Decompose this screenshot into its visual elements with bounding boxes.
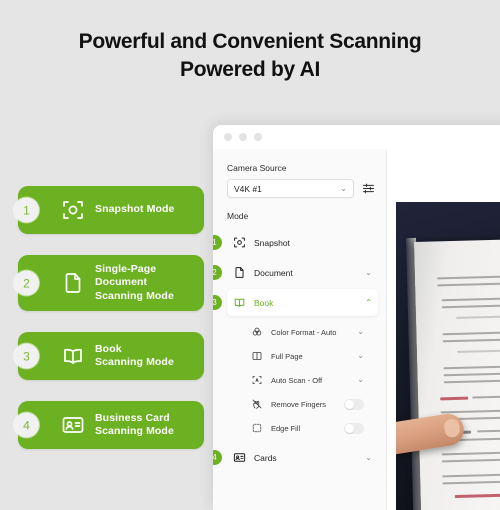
feature-badge-1: 1 [14,197,39,223]
camera-source-select[interactable]: V4K #1 ⌄ [227,179,354,198]
mode-badge-4: 4 [213,450,222,465]
page-title: Powerful and Convenient Scanning Powered… [0,28,500,85]
snapshot-frame-icon [60,197,86,223]
option-label-remove-fingers: Remove Fingers [271,399,327,409]
book-scan-camera-preview [396,202,500,510]
sliders-icon[interactable] [361,181,376,196]
mode-row-cards[interactable]: 4 Cards ⌄ [213,444,378,471]
chevron-down-icon: ⌄ [357,327,364,336]
option-label-full-page: Full Page [271,351,303,361]
mode-badge-2: 2 [213,265,222,280]
feature-snapshot-mode[interactable]: 1 Snapshot Mode [14,186,204,234]
feature-business-card-mode[interactable]: 4 Business Card Scanning Mode [14,401,204,449]
page-title-line-2: Powered by AI [179,58,321,82]
chevron-down-icon: ⌄ [357,351,364,360]
document-page-icon [233,266,246,279]
feature-label-book: Book Scanning Mode [95,342,174,368]
business-card-icon [60,412,86,438]
mode-label-cards: Cards [254,452,277,463]
option-label-edge-fill: Edge Fill [271,423,301,433]
chevron-up-icon: ⌃ [365,297,372,307]
option-label-color-format: Color Format - Auto [271,327,337,337]
book-options-list: Color Format - Auto ⌄ Full Page ⌄ Auto S… [227,319,378,440]
feature-book-scanning-mode[interactable]: 3 Book Scanning Mode [14,332,204,380]
camera-preview-pane [387,149,500,510]
mode-label-document: Document [254,267,293,278]
chevron-down-icon: ⌄ [365,267,372,277]
remove-fingers-icon [251,398,263,410]
mode-label-book: Book [254,297,274,308]
mode-row-snapshot[interactable]: 1 Snapshot [213,229,378,256]
feature-list: 1 Snapshot Mode 2 Single-Page Document S… [14,186,204,470]
minimize-dot-icon[interactable] [239,133,247,141]
full-page-icon [251,350,263,362]
option-row-full-page[interactable]: Full Page ⌄ [245,344,370,368]
feature-single-page-document-mode[interactable]: 2 Single-Page Document Scanning Mode [14,255,204,311]
mode-list: 1 Snapshot 2 Document ⌄ 3 Book ⌃ Color F… [213,227,386,471]
option-row-color-format[interactable]: Color Format - Auto ⌄ [245,320,370,344]
app-window: Camera Source V4K #1 ⌄ Mode 1 Snapshot 2… [213,125,500,510]
color-wheel-icon [251,326,263,338]
feature-label-snapshot: Snapshot Mode [95,203,175,216]
option-row-auto-scan[interactable]: Auto Scan - Off ⌄ [245,368,370,392]
open-book-icon [233,296,246,309]
auto-scan-icon [251,374,263,386]
edge-fill-toggle[interactable] [344,422,364,434]
camera-source-value: V4K #1 [234,183,262,194]
chevron-down-icon: ⌄ [340,183,347,193]
feature-label-business-card: Business Card Scanning Mode [95,411,174,437]
settings-sidebar: Camera Source V4K #1 ⌄ Mode 1 Snapshot 2… [213,149,387,510]
mode-label: Mode [227,211,249,221]
option-label-auto-scan: Auto Scan - Off [271,375,323,385]
mode-label-snapshot: Snapshot [254,237,290,248]
document-page-icon [60,270,86,296]
camera-source-row: V4K #1 ⌄ [213,179,386,198]
option-row-remove-fingers[interactable]: Remove Fingers [245,392,370,416]
window-titlebar [213,125,500,149]
edge-fill-icon [251,422,263,434]
feature-badge-2: 2 [14,270,39,296]
camera-source-label: Camera Source [227,163,287,173]
option-row-edge-fill[interactable]: Edge Fill [245,416,370,440]
page-title-line-1: Powerful and Convenient Scanning [78,30,422,53]
chevron-down-icon: ⌄ [365,452,372,462]
snapshot-frame-icon [233,236,246,249]
open-book-icon [60,343,86,369]
mode-row-book[interactable]: 3 Book ⌃ [213,289,378,316]
chevron-down-icon: ⌄ [357,375,364,384]
fingernail [443,418,461,439]
maximize-dot-icon[interactable] [254,133,262,141]
window-body: Camera Source V4K #1 ⌄ Mode 1 Snapshot 2… [213,149,500,510]
mode-row-document[interactable]: 2 Document ⌄ [213,259,378,286]
feature-badge-3: 3 [14,343,39,369]
feature-badge-4: 4 [14,412,39,438]
mode-badge-3: 3 [213,295,222,310]
remove-fingers-toggle[interactable] [344,398,364,410]
business-card-icon [233,451,246,464]
mode-badge-1: 1 [213,235,222,250]
close-dot-icon[interactable] [224,133,232,141]
book-page [414,238,500,510]
feature-label-document: Single-Page Document Scanning Mode [95,263,174,302]
